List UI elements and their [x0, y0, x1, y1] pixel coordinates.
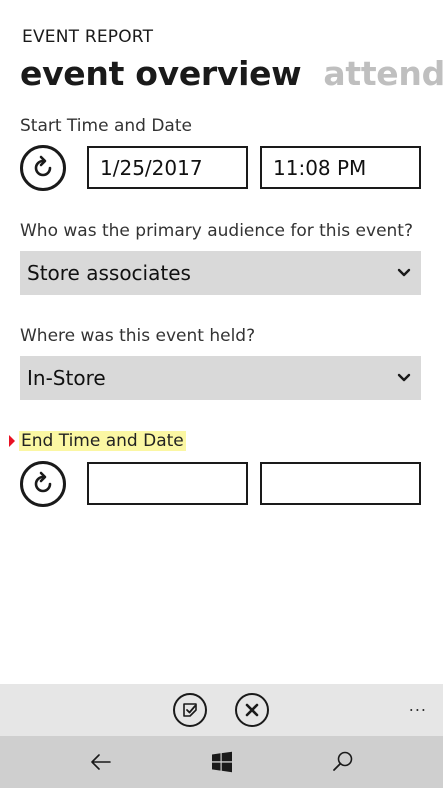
system-nav-bar: [0, 736, 443, 788]
audience-selected-value: Store associates: [27, 261, 191, 285]
start-time-field[interactable]: 11:08 PM: [260, 146, 421, 189]
search-button[interactable]: [330, 749, 356, 775]
save-button[interactable]: [173, 693, 207, 727]
refresh-icon: [34, 471, 52, 493]
pivot-tab-event-overview[interactable]: event overview: [20, 53, 302, 95]
end-date-field[interactable]: [87, 462, 248, 505]
start-reset-button[interactable]: [20, 145, 66, 191]
close-icon: [245, 703, 259, 717]
end-reset-button[interactable]: [20, 461, 66, 507]
pivot-tab-attendees[interactable]: attendees: [323, 53, 443, 95]
app-title: EVENT REPORT: [22, 27, 154, 47]
search-icon: [333, 751, 353, 771]
chevron-down-icon: [397, 268, 411, 277]
required-error-marker: [9, 435, 15, 447]
start-time-label: Start Time and Date: [20, 116, 192, 136]
back-arrow-icon: [91, 754, 111, 770]
location-question-label: Where was this event held?: [20, 326, 256, 346]
location-selected-value: In-Store: [27, 366, 106, 390]
chevron-down-icon: [397, 373, 411, 382]
cancel-button[interactable]: [235, 693, 269, 727]
windows-logo-icon: [212, 751, 232, 773]
end-time-label: End Time and Date: [19, 431, 186, 451]
start-button[interactable]: [209, 749, 235, 775]
more-options-button[interactable]: ...: [409, 696, 427, 715]
location-dropdown[interactable]: In-Store: [20, 356, 421, 400]
refresh-icon: [34, 155, 52, 177]
pivot-header: event overview attendees: [20, 53, 443, 99]
end-time-field[interactable]: [260, 462, 421, 505]
audience-dropdown[interactable]: Store associates: [20, 251, 421, 295]
back-button[interactable]: [88, 749, 114, 775]
start-date-field[interactable]: 1/25/2017: [87, 146, 248, 189]
save-check-icon: [183, 703, 197, 717]
audience-question-label: Who was the primary audience for this ev…: [20, 221, 414, 241]
app-bar: ...: [0, 684, 443, 736]
